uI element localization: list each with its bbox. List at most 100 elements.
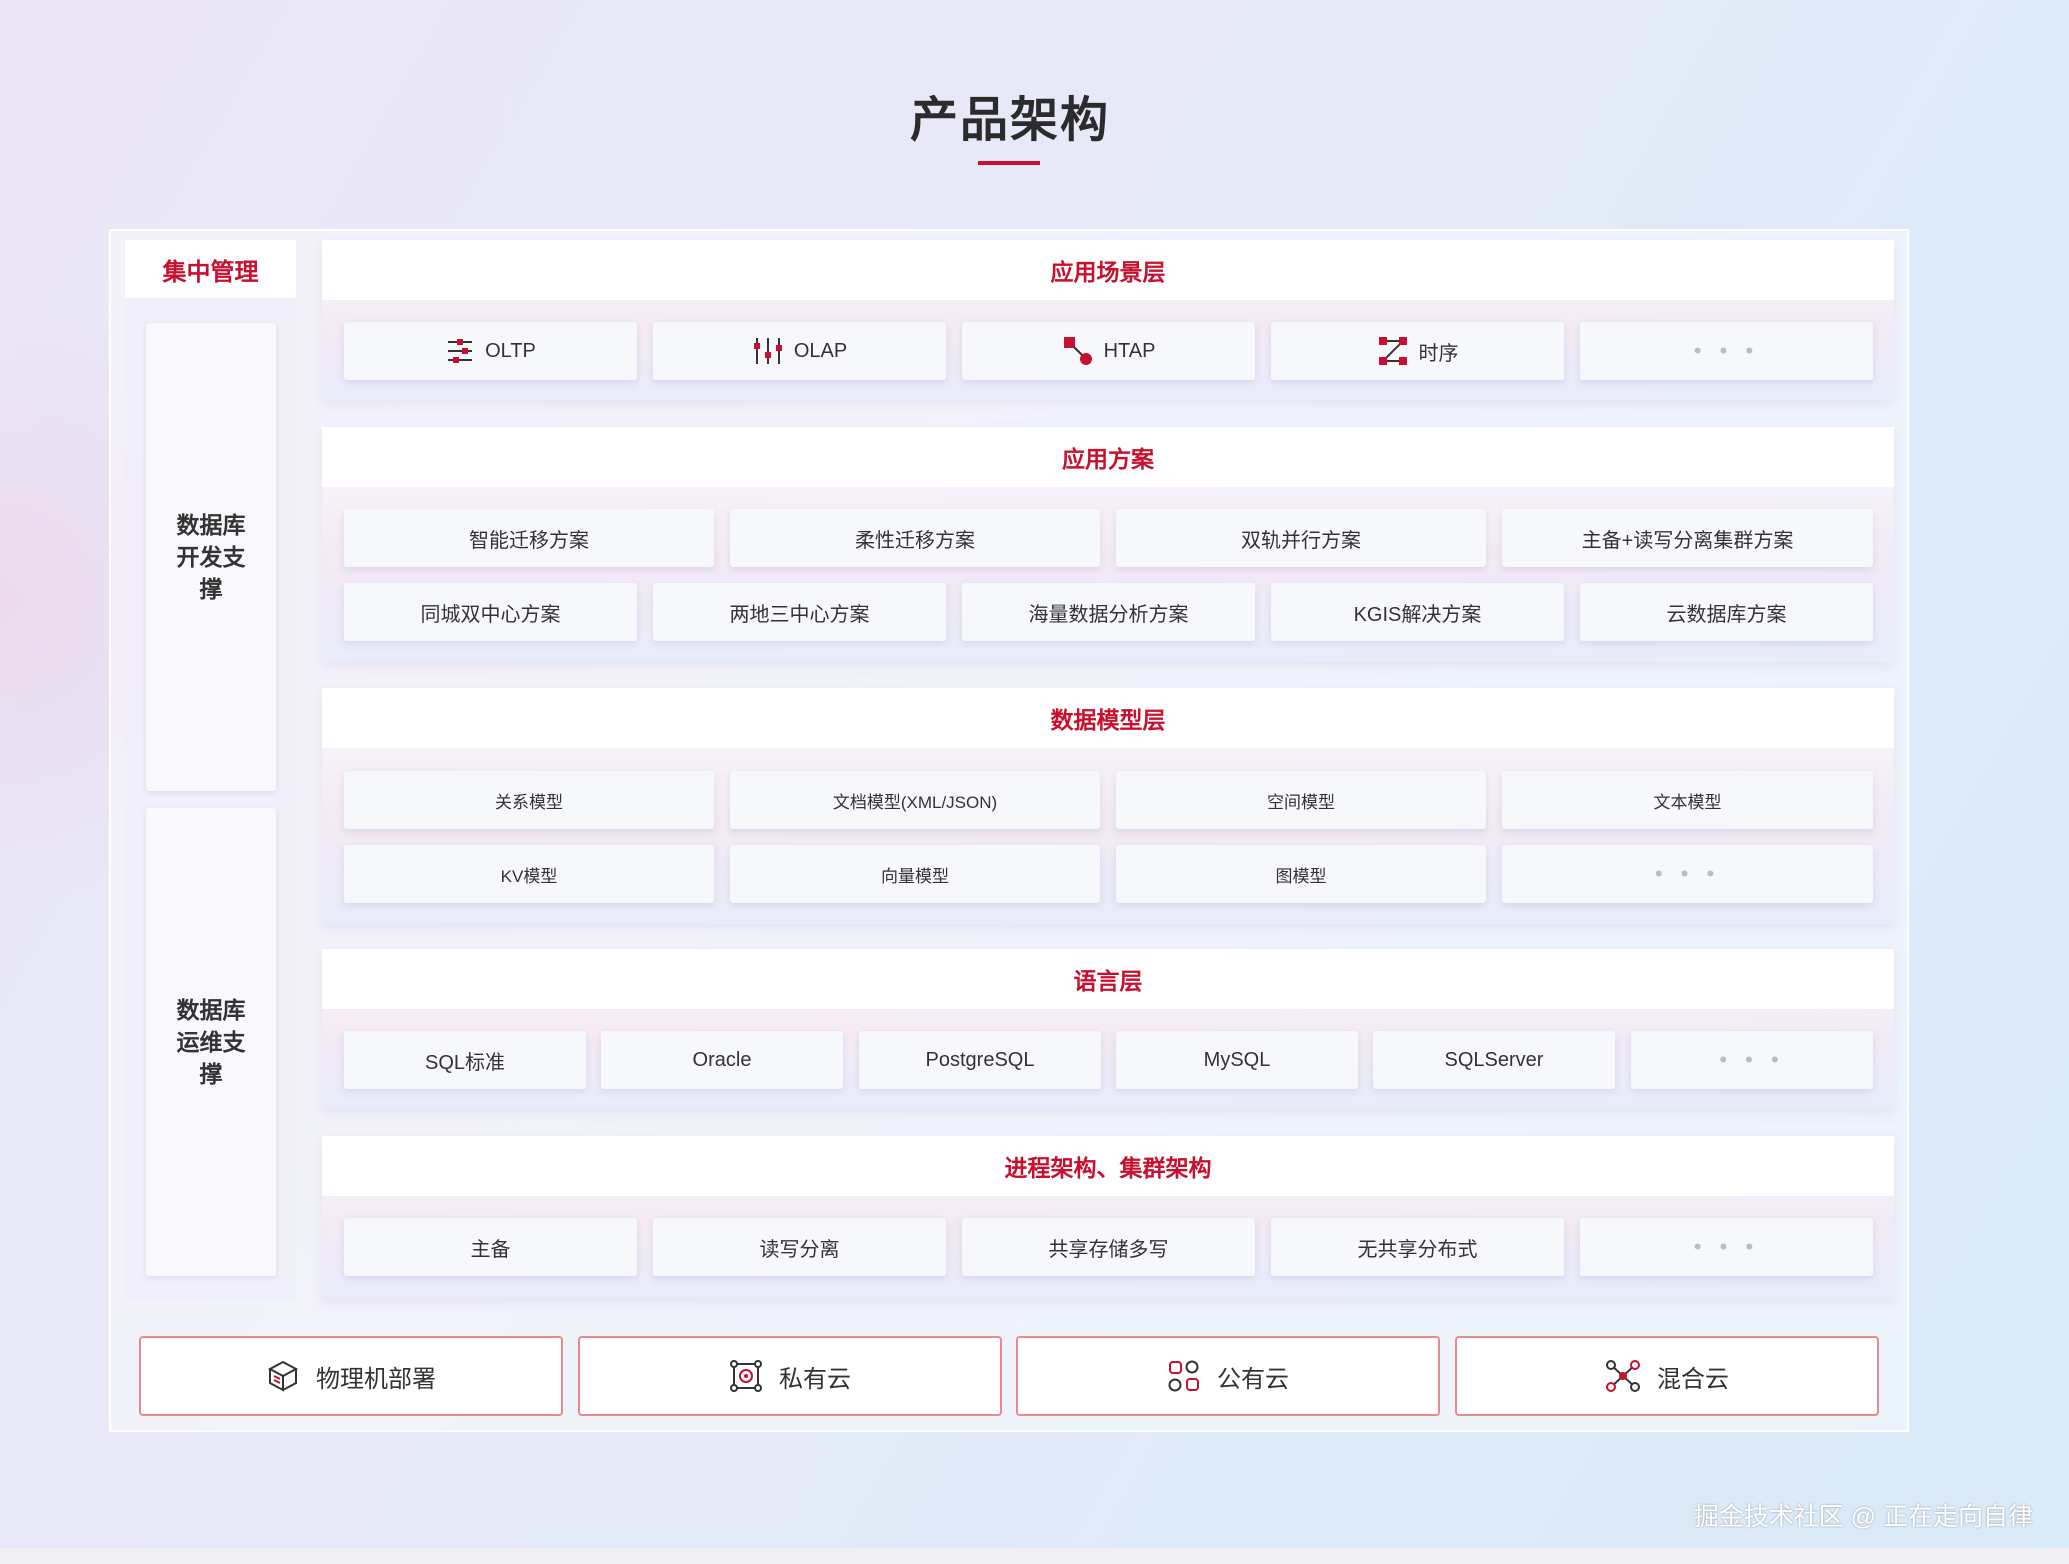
title-underline	[978, 161, 1040, 165]
card-label: PostgreSQL	[925, 1048, 1035, 1071]
hybrid-cloud-icon	[1605, 1359, 1641, 1393]
card-label: SQLServer	[1444, 1048, 1544, 1071]
vertical-sliders-icon	[752, 336, 784, 366]
card-solution[interactable]: 主备+读写分离集群方案	[1502, 509, 1873, 567]
card-label: 云数据库方案	[1666, 603, 1787, 626]
card-label: SQL标准	[424, 1051, 506, 1074]
card-label: 文本模型	[1653, 792, 1722, 812]
card-language[interactable]: PostgreSQL	[859, 1031, 1101, 1089]
card-label: Oracle	[692, 1048, 752, 1071]
deploy-label: 私有云	[779, 1365, 851, 1393]
card-olap[interactable]: OLAP	[653, 322, 946, 380]
deploy-label: 公有云	[1217, 1365, 1289, 1393]
ellipsis: • • •	[1693, 1234, 1760, 1259]
card-model[interactable]: 图模型	[1116, 845, 1486, 903]
page-title: 产品架构	[909, 94, 1110, 147]
section-cluster: 进程架构、集群架构 主备 读写分离 共享存储多写 无共享分布式 • • •	[322, 1136, 1894, 1298]
side-box-dev: 数据库开发支撑	[146, 323, 276, 791]
side-header: 集中管理	[125, 240, 296, 298]
card-label: 柔性迁移方案	[855, 529, 975, 552]
card-label: 无共享分布式	[1357, 1238, 1478, 1261]
cube-icon	[266, 1359, 300, 1393]
card-label: HTAP	[1103, 339, 1156, 362]
card-label: 空间模型	[1267, 792, 1335, 812]
deploy-public-cloud[interactable]: 公有云	[1016, 1336, 1440, 1416]
card-more[interactable]: • • •	[1580, 322, 1873, 380]
card-label: OLTP	[485, 339, 536, 362]
card-label: 时序	[1418, 342, 1459, 365]
deploy-physical[interactable]: 物理机部署	[139, 1336, 563, 1416]
card-cluster[interactable]: 读写分离	[653, 1218, 946, 1276]
section-language: 语言层 SQL标准 Oracle PostgreSQL MySQL SQLSer…	[322, 949, 1894, 1109]
card-label: 智能迁移方案	[469, 529, 589, 552]
side-dev-label: 数据库开发支撑	[176, 512, 246, 602]
card-label: 海量数据分析方案	[1028, 603, 1189, 626]
deploy-label: 混合云	[1657, 1365, 1729, 1393]
card-label: 图模型	[1275, 866, 1327, 886]
private-cloud-icon	[729, 1359, 763, 1393]
card-cluster[interactable]: 无共享分布式	[1271, 1218, 1564, 1276]
ellipsis: • • •	[1654, 861, 1721, 886]
card-label: 同城双中心方案	[420, 603, 561, 626]
deploy-hybrid-cloud[interactable]: 混合云	[1455, 1336, 1879, 1416]
card-oltp[interactable]: OLTP	[344, 322, 637, 380]
card-model[interactable]: 文本模型	[1502, 771, 1873, 829]
card-cluster[interactable]: 共享存储多写	[962, 1218, 1255, 1276]
card-solution[interactable]: 云数据库方案	[1580, 583, 1873, 641]
bottom-strip	[0, 1548, 2069, 1564]
section-solution: 应用方案 智能迁移方案 柔性迁移方案 双轨并行方案 主备+读写分离集群方案 同城…	[322, 427, 1894, 662]
card-language[interactable]: SQL标准	[344, 1031, 586, 1089]
sliders-icon	[445, 336, 475, 366]
card-solution[interactable]: 柔性迁移方案	[730, 509, 1100, 567]
public-cloud-icon	[1167, 1359, 1201, 1393]
section-title: 数据模型层	[322, 688, 1894, 748]
card-solution[interactable]: 智能迁移方案	[344, 509, 714, 567]
timeseries-icon	[1377, 335, 1409, 367]
card-language[interactable]: Oracle	[601, 1031, 843, 1089]
section-model: 数据模型层 关系模型 文档模型(XML/JSON) 空间模型 文本模型 KV模型…	[322, 688, 1894, 924]
deploy-private-cloud[interactable]: 私有云	[578, 1336, 1002, 1416]
card-solution[interactable]: 同城双中心方案	[344, 583, 637, 641]
watermark: 掘金技术社区 @ 正在走向自律	[1693, 1503, 2033, 1531]
ellipsis: • • •	[1719, 1047, 1785, 1072]
card-model[interactable]: 向量模型	[730, 845, 1100, 903]
card-label: 主备	[470, 1238, 511, 1261]
card-label: OLAP	[793, 339, 848, 362]
card-label: 双轨并行方案	[1241, 529, 1361, 552]
card-more[interactable]: • • •	[1631, 1031, 1873, 1089]
card-label: KGIS解决方案	[1353, 603, 1482, 626]
card-language[interactable]: MySQL	[1116, 1031, 1358, 1089]
card-label: MySQL	[1203, 1048, 1271, 1071]
ellipsis: • • •	[1693, 338, 1760, 363]
card-solution[interactable]: 两地三中心方案	[653, 583, 946, 641]
card-label: 向量模型	[881, 866, 949, 886]
section-title: 进程架构、集群架构	[322, 1136, 1894, 1196]
card-cluster[interactable]: 主备	[344, 1218, 637, 1276]
card-label: 关系模型	[495, 792, 563, 812]
section-title: 应用方案	[322, 427, 1894, 487]
htap-icon	[1062, 335, 1094, 367]
section-scenario: 应用场景层 OLTP OLAP HTAP 时序 • • •	[322, 240, 1894, 400]
card-solution[interactable]: KGIS解决方案	[1271, 583, 1564, 641]
section-title: 语言层	[322, 949, 1894, 1009]
card-model[interactable]: KV模型	[344, 845, 714, 903]
card-label: 文档模型(XML/JSON)	[832, 792, 998, 812]
card-label: 读写分离	[759, 1238, 840, 1261]
card-label: 两地三中心方案	[729, 603, 870, 626]
card-model[interactable]: 文档模型(XML/JSON)	[730, 771, 1100, 829]
card-timeseries[interactable]: 时序	[1271, 322, 1564, 380]
card-htap[interactable]: HTAP	[962, 322, 1255, 380]
card-more[interactable]: • • •	[1580, 1218, 1873, 1276]
card-more[interactable]: • • •	[1502, 845, 1873, 903]
section-title: 应用场景层	[322, 240, 1894, 300]
side-ops-label: 数据库运维支撑	[176, 997, 246, 1087]
side-box-ops: 数据库运维支撑	[146, 808, 276, 1276]
card-model[interactable]: 关系模型	[344, 771, 714, 829]
card-model[interactable]: 空间模型	[1116, 771, 1486, 829]
card-label: 共享存储多写	[1048, 1238, 1169, 1261]
card-label: 主备+读写分离集群方案	[1581, 529, 1794, 552]
card-label: KV模型	[500, 866, 558, 886]
card-language[interactable]: SQLServer	[1373, 1031, 1615, 1089]
card-solution[interactable]: 双轨并行方案	[1116, 509, 1486, 567]
card-solution[interactable]: 海量数据分析方案	[962, 583, 1255, 641]
